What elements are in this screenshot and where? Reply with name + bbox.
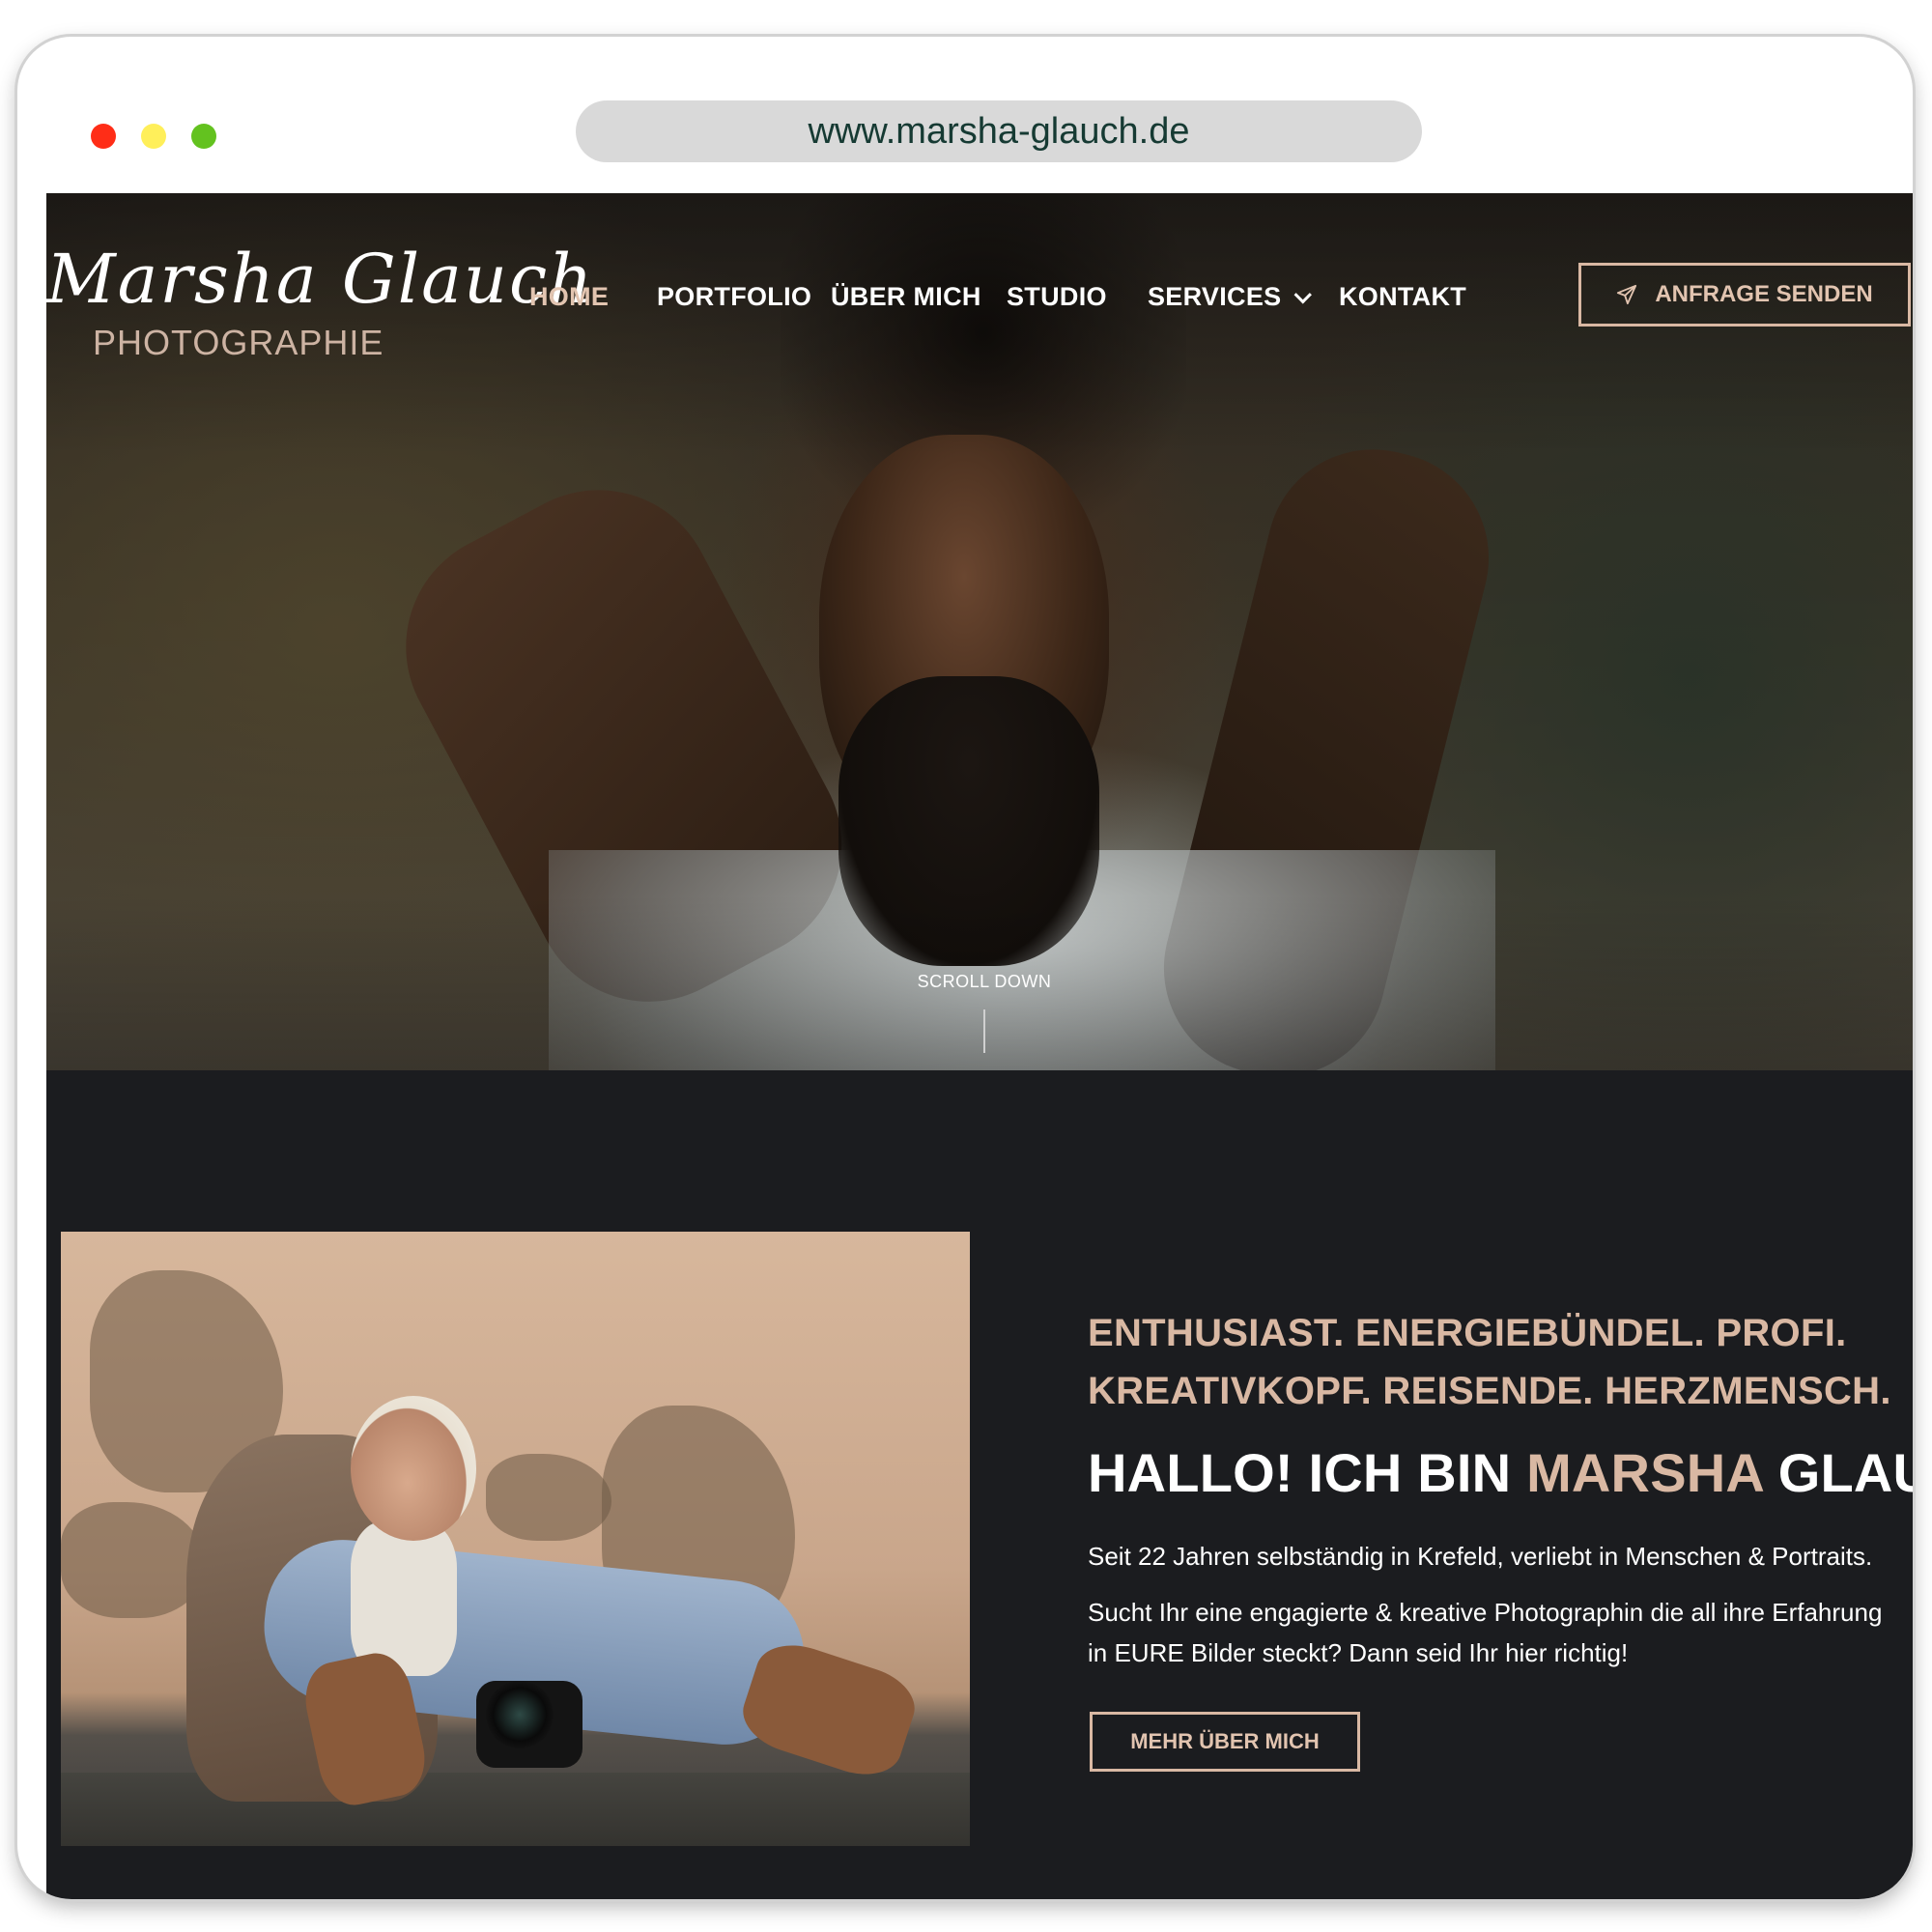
nav-item-ueber-mich[interactable]: ÜBER MICH (831, 282, 981, 312)
tagline-line-2: KREATIVKOPF. REISENDE. HERZMENSCH. (1088, 1370, 1891, 1412)
about-photo (61, 1232, 970, 1846)
nav-item-services-label: SERVICES (1148, 282, 1282, 311)
mehr-ueber-mich-button[interactable]: MEHR ÜBER MICH (1090, 1712, 1360, 1772)
about-paragraph-1: Seit 22 Jahren selbständig in Krefeld, v… (1088, 1542, 1873, 1571)
headline-prefix: HALLO! ICH BIN (1088, 1442, 1527, 1503)
tagline-line-1: ENTHUSIAST. ENERGIEBÜNDEL. PROFI. (1088, 1312, 1847, 1354)
browser-window: www.marsha-glauch.de Marsha Glauch PHOTO… (17, 37, 1913, 1899)
headline-suffix: GLAUCH. (1777, 1442, 1913, 1503)
scroll-indicator-line (983, 1009, 985, 1053)
scroll-down-label[interactable]: SCROLL DOWN (46, 972, 1913, 992)
anfrage-senden-button[interactable]: ANFRAGE SENDEN (1578, 263, 1911, 327)
about-paragraph-2: Sucht Ihr eine engagierte & kreative Pho… (1088, 1598, 1883, 1667)
web-page: Marsha Glauch PHOTOGRAPHIE HOME PORTFOLI… (46, 193, 1913, 1899)
nav-item-portfolio[interactable]: PORTFOLIO (657, 282, 811, 312)
nav-item-services[interactable]: SERVICES (1148, 282, 1313, 312)
logo-script-name: Marsha Glauch (46, 240, 595, 319)
headline-accent: MARSHA (1526, 1442, 1763, 1503)
logo-subtitle: PHOTOGRAPHIE (93, 323, 384, 362)
maximize-window-button[interactable] (191, 124, 216, 149)
nav-item-studio[interactable]: STUDIO (1007, 282, 1107, 312)
about-tagline: ENTHUSIAST. ENERGIEBÜNDEL. PROFI. KREATI… (1088, 1304, 1891, 1420)
about-headline: HALLO! ICH BIN MARSHA GLAUCH. (1088, 1441, 1913, 1504)
nav-item-kontakt[interactable]: KONTAKT (1339, 282, 1466, 312)
hero-section: Marsha Glauch PHOTOGRAPHIE HOME PORTFOLI… (46, 193, 1913, 1070)
close-window-button[interactable] (91, 124, 116, 149)
paper-plane-icon (1617, 284, 1637, 305)
address-bar[interactable]: www.marsha-glauch.de (576, 100, 1422, 162)
minimize-window-button[interactable] (141, 124, 166, 149)
anfrage-senden-label: ANFRAGE SENDEN (1655, 281, 1873, 307)
url-text: www.marsha-glauch.de (808, 110, 1190, 152)
site-logo[interactable]: Marsha Glauch PHOTOGRAPHIE (46, 240, 592, 365)
nav-item-home[interactable]: HOME (529, 282, 609, 312)
